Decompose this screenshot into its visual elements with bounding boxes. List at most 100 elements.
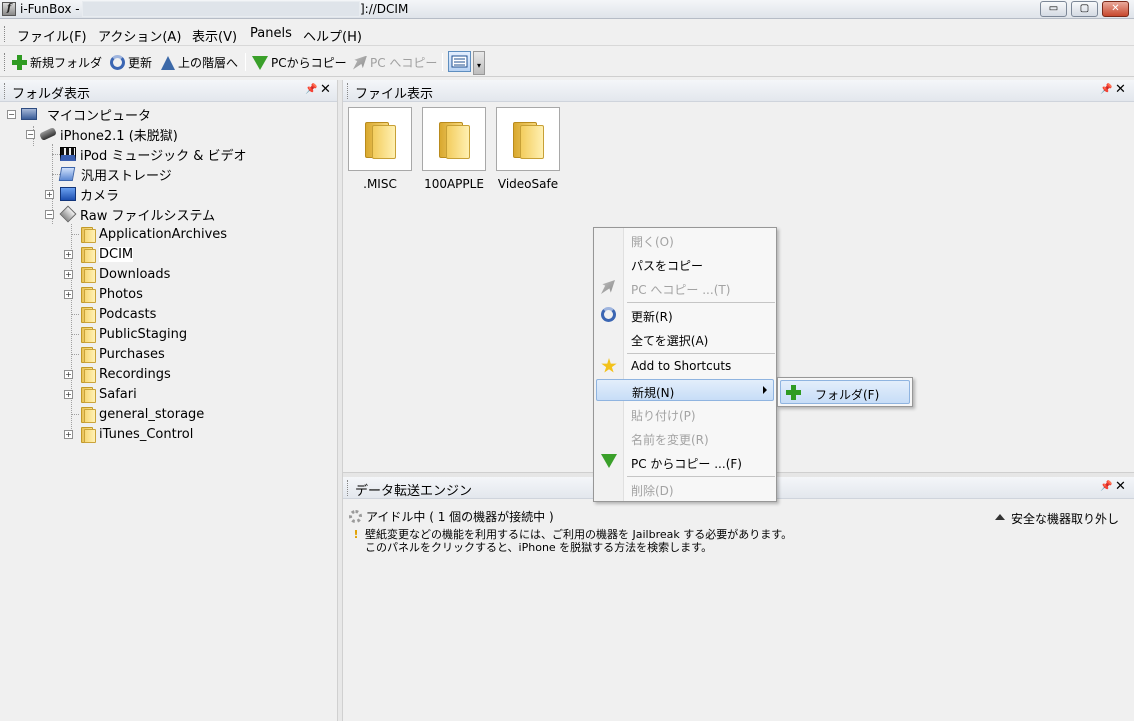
- ctx-copy-to-pc[interactable]: PC へコピー ...(T): [596, 277, 774, 299]
- tree-expand-toggle[interactable]: +: [64, 370, 73, 379]
- tree-item-folder[interactable]: general_storage: [80, 405, 204, 423]
- toolbar-overflow-dropdown[interactable]: ▾: [473, 51, 485, 75]
- folder-icon: [80, 247, 96, 263]
- menu-separator: [627, 353, 775, 354]
- panel-close-icon[interactable]: ✕: [1115, 82, 1126, 97]
- ctx-paste[interactable]: 貼り付け(P): [596, 403, 774, 425]
- ctx-add-shortcut[interactable]: Add to Shortcuts: [596, 355, 774, 377]
- ctx-copy-path[interactable]: パスをコピー: [596, 253, 774, 275]
- context-menu: 開く(O) パスをコピー PC へコピー ...(T) 更新(R) 全てを選択(…: [593, 227, 777, 502]
- tree-collapse-toggle[interactable]: −: [7, 110, 16, 119]
- tree-expand-toggle[interactable]: +: [45, 190, 54, 199]
- window-title-prefix: i-FunBox -: [20, 2, 80, 16]
- tree-item-folder[interactable]: Recordings: [80, 365, 171, 383]
- iphone-icon: [39, 126, 57, 142]
- star-icon: [601, 358, 619, 374]
- ctx-delete[interactable]: 削除(D): [596, 478, 774, 500]
- maximize-button[interactable]: ▢: [1071, 1, 1098, 17]
- tree-item-camera[interactable]: カメラ: [60, 185, 120, 204]
- menu-file[interactable]: ファイル(F): [17, 26, 87, 45]
- panel-close-icon[interactable]: ✕: [1115, 479, 1126, 494]
- pin-icon[interactable]: 📌: [1100, 481, 1112, 492]
- raw-filesystem-icon: [59, 205, 77, 223]
- panel-grip[interactable]: [347, 83, 350, 99]
- tree-item-folder[interactable]: Downloads: [80, 265, 170, 283]
- copy-to-pc-label: PC へコピー: [370, 56, 438, 70]
- tree-item-my-computer[interactable]: マイコンピュータ: [21, 105, 151, 124]
- computer-icon: [21, 108, 37, 120]
- transfer-status-text: アイドル中 ( 1 個の機器が接続中 ): [366, 510, 554, 524]
- up-label: 上の階層へ: [178, 56, 239, 70]
- panel-grip[interactable]: [347, 480, 350, 496]
- panel-grip[interactable]: [4, 83, 7, 99]
- ctx-select-all[interactable]: 全てを選択(A): [596, 328, 774, 350]
- tree-expand-toggle[interactable]: +: [64, 290, 73, 299]
- tree-item-label: PublicStaging: [99, 326, 188, 342]
- menu-view[interactable]: 表示(V): [192, 26, 237, 45]
- download-arrow-icon: [601, 454, 619, 470]
- folder-icon: [80, 407, 96, 423]
- minimize-button[interactable]: ▭: [1040, 1, 1067, 17]
- tree-item-label: iPod ミュージック & ビデオ: [80, 148, 247, 164]
- menubar-grip[interactable]: [4, 26, 7, 42]
- refresh-button[interactable]: 更新: [110, 54, 152, 71]
- tree-collapse-toggle[interactable]: −: [45, 210, 54, 219]
- ctx-new[interactable]: 新規(N): [596, 379, 774, 401]
- tree-item-folder-dcim[interactable]: DCIM: [80, 245, 134, 263]
- tree-item-label: Downloads: [99, 266, 171, 282]
- tree-item-label: iPhone2.1 (未脱獄): [60, 128, 178, 144]
- folder-panel: フォルダ表示 📌 ✕ − マイコンピュータ − iPhone2.1 (未脱獄) …: [0, 80, 337, 721]
- ctx-copy-from-pc-label: PC からコピー ...(F): [631, 457, 742, 471]
- view-mode-button[interactable]: [448, 51, 471, 72]
- copy-to-pc-button[interactable]: PC へコピー: [353, 54, 437, 71]
- tree-item-label: Photos: [99, 286, 143, 302]
- ctx-rename-label: 名前を変更(R): [631, 433, 709, 447]
- safe-eject-button[interactable]: 安全な機器取り外し: [995, 510, 1119, 527]
- tree-item-folder[interactable]: Podcasts: [80, 305, 156, 323]
- menu-help[interactable]: ヘルプ(H): [303, 26, 362, 45]
- tree-item-folder[interactable]: ApplicationArchives: [80, 225, 227, 243]
- tree-expand-toggle[interactable]: +: [64, 390, 73, 399]
- ctx-copy-to-pc-label: PC へコピー ...(T): [631, 283, 731, 297]
- pin-icon[interactable]: 📌: [1100, 84, 1112, 95]
- tree-item-folder[interactable]: Safari: [80, 385, 137, 403]
- tree-item-ipod[interactable]: iPod ミュージック & ビデオ: [60, 145, 247, 164]
- new-folder-button[interactable]: 新規フォルダ: [12, 54, 102, 71]
- transfer-panel[interactable]: データ転送エンジン 📌 ✕ アイドル中 ( 1 個の機器が接続中 ) 安全な機器…: [343, 477, 1134, 721]
- file-item-folder[interactable]: .MISC: [348, 107, 412, 191]
- jailbreak-notice[interactable]: ! 壁紙変更などの機能を利用するには、ご利用の機器を Jailbreak する必…: [351, 528, 792, 554]
- panel-close-icon[interactable]: ✕: [320, 82, 331, 97]
- tree-item-device[interactable]: iPhone2.1 (未脱獄): [39, 125, 178, 144]
- tree-collapse-toggle[interactable]: −: [26, 130, 35, 139]
- ctx-copy-from-pc[interactable]: PC からコピー ...(F): [596, 451, 774, 473]
- pin-icon[interactable]: 📌: [305, 84, 317, 95]
- file-item-folder[interactable]: 100APPLE: [422, 107, 486, 191]
- menu-panels[interactable]: Panels: [250, 26, 292, 41]
- tree-item-folder[interactable]: PublicStaging: [80, 325, 187, 343]
- menu-action[interactable]: アクション(A): [98, 26, 181, 45]
- tree-item-label: カメラ: [80, 188, 120, 204]
- tree-expand-toggle[interactable]: +: [64, 430, 73, 439]
- toolbar-grip[interactable]: [4, 53, 7, 71]
- export-arrow-icon: [601, 280, 619, 296]
- file-item-label: VideoSafe: [497, 177, 559, 191]
- tree-item-folder[interactable]: Photos: [80, 285, 143, 303]
- tree-item-folder[interactable]: iTunes_Control: [80, 425, 193, 443]
- close-button[interactable]: ✕: [1102, 1, 1129, 17]
- tree-item-label: Safari: [99, 386, 137, 402]
- up-button[interactable]: 上の階層へ: [161, 54, 238, 71]
- tree-line: [71, 414, 79, 415]
- tree-item-storage[interactable]: 汎用ストレージ: [58, 165, 172, 184]
- ctx-rename[interactable]: 名前を変更(R): [596, 427, 774, 449]
- folder-icon: [80, 427, 96, 443]
- ctx-refresh[interactable]: 更新(R): [596, 304, 774, 326]
- tree-expand-toggle[interactable]: +: [64, 270, 73, 279]
- tree-expand-toggle[interactable]: +: [64, 250, 73, 259]
- file-item-folder[interactable]: VideoSafe: [496, 107, 560, 191]
- submenu-new-folder[interactable]: フォルダ(F): [780, 380, 910, 404]
- ctx-delete-label: 削除(D): [631, 484, 674, 498]
- tree-item-raw-filesystem[interactable]: Raw ファイルシステム: [59, 205, 215, 224]
- tree-item-folder[interactable]: Purchases: [80, 345, 165, 363]
- ctx-open[interactable]: 開く(O): [596, 229, 774, 251]
- copy-from-pc-button[interactable]: PCからコピー: [252, 54, 347, 71]
